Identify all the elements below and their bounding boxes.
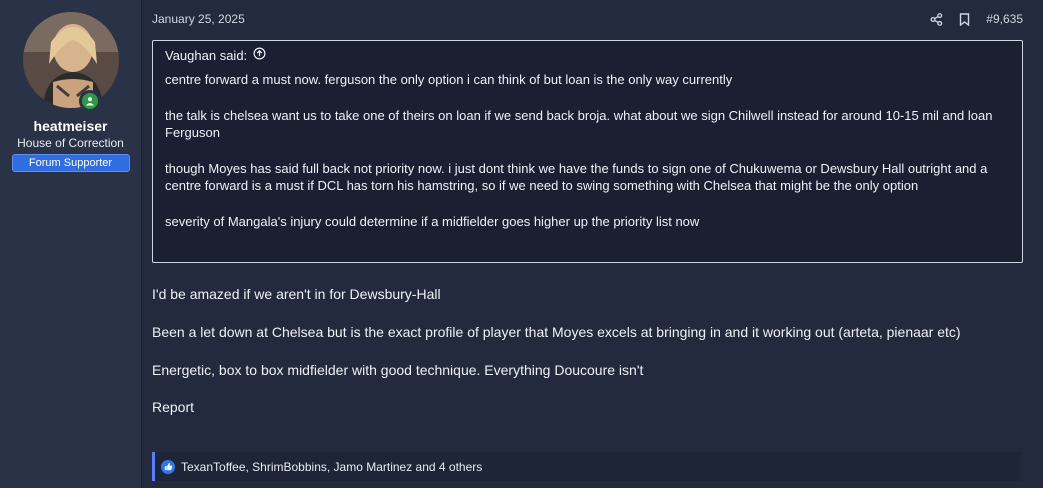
post-message: I'd be amazed if we aren't in for Dewsbu… [152,263,1023,380]
quote-author[interactable]: Vaughan said: [165,48,247,63]
username[interactable]: heatmeiser [34,118,108,134]
post-main: January 25, 2025 #9,635 Vaughan said: ce… [142,0,1043,488]
message-paragraph: Energetic, box to box midfielder with go… [152,362,644,378]
post-header: January 25, 2025 #9,635 [152,0,1023,38]
online-status-icon [78,90,101,112]
quote-paragraph: severity of Mangala's injury could deter… [165,213,700,229]
reactions-bar[interactable]: TexanToffee, ShrimBobbins, Jamo Martinez… [152,452,1021,481]
bookmark-icon[interactable] [959,12,970,26]
reactions-text[interactable]: TexanToffee, ShrimBobbins, Jamo Martinez… [181,460,482,474]
post-date[interactable]: January 25, 2025 [152,12,245,26]
user-info-column: heatmeiser House of Correction Forum Sup… [0,0,142,488]
report-link[interactable]: Report [152,399,1023,415]
message-paragraph: I'd be amazed if we aren't in for Dewsbu… [152,286,441,302]
quote-body: centre forward a must now. ferguson the … [153,69,1022,230]
forum-post: heatmeiser House of Correction Forum Sup… [0,0,1043,488]
quote-block: Vaughan said: centre forward a must now.… [152,40,1023,263]
message-paragraph: Been a let down at Chelsea but is the ex… [152,324,961,340]
avatar[interactable] [22,12,119,108]
avatar-wrapper [22,12,119,112]
user-banner: Forum Supporter [11,154,130,172]
arrow-up-circle-icon[interactable] [253,47,266,63]
quote-header[interactable]: Vaughan said: [153,41,1022,69]
quote-paragraph: the talk is chelsea want us to take one … [165,107,993,141]
quote-paragraph: though Moyes has said full back not prio… [165,160,988,194]
avatar-image [22,12,119,108]
quote-paragraph: centre forward a must now. ferguson the … [165,72,733,87]
post-number[interactable]: #9,635 [986,12,1023,26]
thumbs-up-icon [161,459,175,474]
user-title: House of Correction [17,136,124,150]
post-actions: #9,635 [930,12,1023,26]
share-icon[interactable] [930,12,943,26]
